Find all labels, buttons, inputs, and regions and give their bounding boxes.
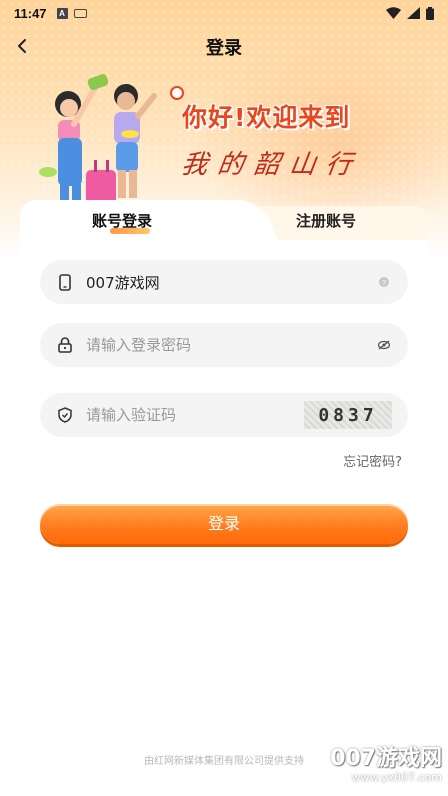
tab-account-login-label[interactable]: 账号登录 — [92, 210, 152, 231]
account-field[interactable]: ? — [40, 260, 408, 304]
welcome-text: 你好!欢迎来到 — [182, 103, 351, 132]
keyboard-icon — [73, 8, 87, 18]
page-title: 登录 — [206, 38, 242, 59]
captcha-field[interactable]: 0837 — [40, 393, 408, 437]
status-bar: 11:47 A — [0, 0, 448, 26]
signal-icon — [407, 7, 420, 19]
phone-icon — [56, 273, 74, 291]
battery-icon — [426, 6, 434, 20]
account-input[interactable] — [86, 273, 376, 291]
password-field[interactable] — [40, 323, 408, 367]
captcha-image[interactable]: 0837 — [304, 401, 392, 429]
help-icon[interactable]: ? — [376, 274, 392, 290]
watermark-url: www.yx007.com — [351, 771, 442, 784]
lock-icon — [56, 336, 74, 354]
shield-icon — [56, 406, 74, 424]
password-input[interactable] — [86, 336, 376, 354]
status-time: 11:47 — [14, 5, 47, 21]
login-button[interactable]: 登录 — [40, 504, 408, 544]
eye-off-icon[interactable] — [376, 337, 392, 353]
captcha-code: 0837 — [318, 404, 378, 426]
tab-register-label[interactable]: 注册账号 — [296, 210, 356, 231]
a-notification-icon: A — [56, 7, 68, 19]
site-watermark: 007游戏网 www.yx007.com — [330, 746, 442, 784]
watermark-main: 007游戏网 — [330, 746, 442, 771]
travelers-illustration — [39, 74, 157, 206]
svg-text:?: ? — [382, 280, 386, 287]
slogan-text: 我的韶山行 — [179, 150, 364, 180]
login-tabs: 账号登录 注册账号 — [20, 200, 428, 240]
captcha-input[interactable] — [86, 406, 304, 424]
wifi-icon — [386, 7, 401, 19]
navigation-bar: 登录 — [0, 26, 448, 66]
forgot-password-link[interactable]: 忘记密码? — [343, 451, 402, 470]
